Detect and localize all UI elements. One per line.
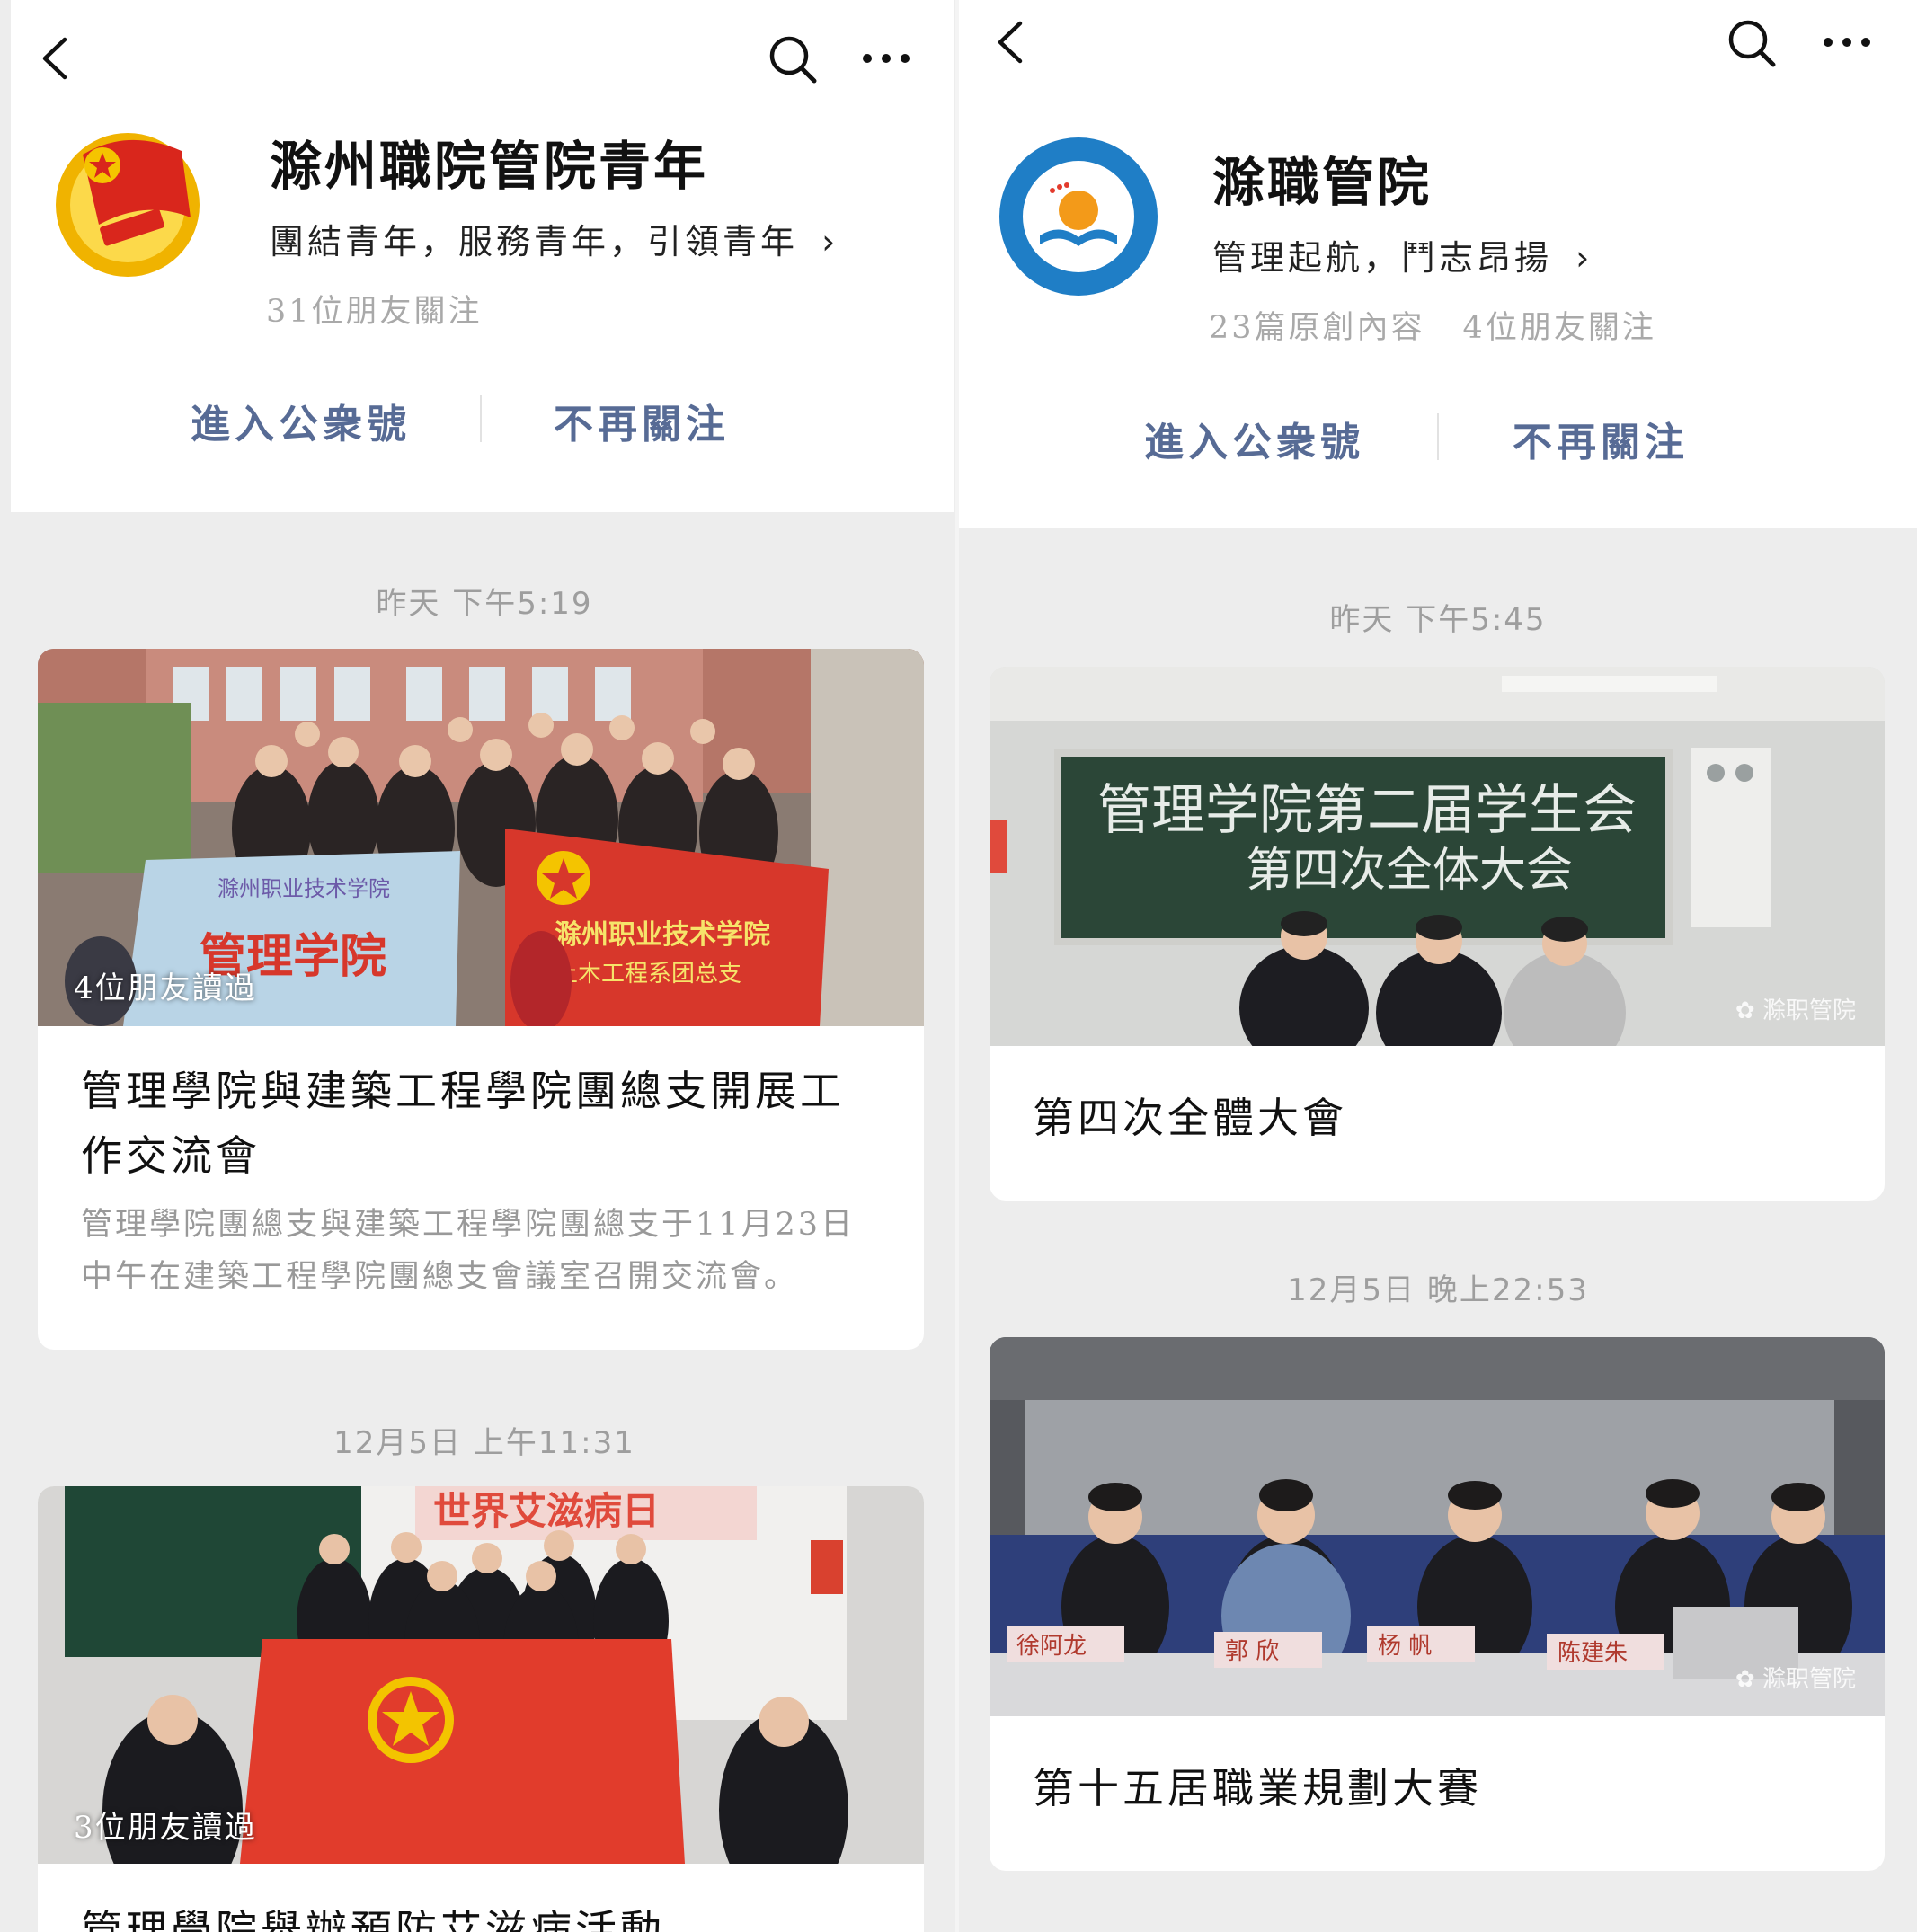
search-icon[interactable] <box>768 34 818 84</box>
enter-account-button[interactable]: 進入公衆號 <box>1144 410 1364 467</box>
account-avatar[interactable] <box>998 137 1158 297</box>
enter-account-button[interactable]: 進入公衆號 <box>191 392 411 449</box>
article-cover-image[interactable]: 管理学院第二届学生会 第四次全体大会 <box>990 667 1885 1046</box>
account-stats: 23篇原創內容 4位朋友關注 <box>1209 302 1656 348</box>
banner-left-small: 滁州职业技术学院 <box>217 876 390 901</box>
back-icon[interactable] <box>38 36 74 81</box>
wechat-icon: ✿ <box>1735 997 1755 1024</box>
unfollow-button[interactable]: 不再關注 <box>554 392 730 449</box>
article-title[interactable]: 第十五居職業規劃大賽 <box>1033 1756 1845 1821</box>
article-title[interactable]: 管理學院與建築工程學院團總支開展工作交流會 <box>81 1059 884 1188</box>
wechat-icon: ✿ <box>1735 1666 1755 1693</box>
image-watermark: ✿ 滁职管院 <box>1735 1661 1856 1694</box>
account-profile-header: 滁職管院 管理起航，鬥志昂揚 › 23篇原創內容 4位朋友關注 進入公衆號 不再關… <box>959 0 1917 528</box>
watermark-text: 滁职管院 <box>1762 997 1856 1024</box>
followers-text: 4位朋友關注 <box>1462 310 1656 346</box>
blackboard-line1: 管理学院第二届学生会 <box>1097 779 1637 842</box>
original-count-text: 23篇原創內容 <box>1209 310 1425 346</box>
watermark-text: 滁职管院 <box>1762 1666 1856 1693</box>
account-description[interactable]: 團結青年，服務青年，引領青年 › <box>270 214 839 263</box>
follower-count: 31位朋友關注 <box>266 286 483 332</box>
article-card[interactable]: 世界艾滋病日 3位朋友讀過 管理學院舉辦預防艾滋病活動 <box>38 1486 924 1932</box>
college-logo-icon <box>999 137 1158 296</box>
back-icon[interactable] <box>993 20 1029 65</box>
friends-read-label: 3位朋友讀過 <box>74 1810 257 1846</box>
account-description[interactable]: 管理起航，鬥志昂揚 › <box>1212 230 1593 279</box>
article-card[interactable]: 滁州职业技术学院 管理学院 滁州职业技术学院 土木工程系团总支 4位朋友讀過 管… <box>38 649 924 1350</box>
name-card: 郭 欣 <box>1225 1638 1279 1665</box>
blackboard-line2: 第四次全体大会 <box>1246 844 1573 898</box>
youth-league-emblem-icon <box>56 133 200 277</box>
search-icon[interactable] <box>1726 18 1777 68</box>
description-text: 團結青年，服務青年，引領青年 <box>270 222 799 261</box>
left-account-screen: 滁州職院管院青年 團結青年，服務青年，引領青年 › 31位朋友關注 進入公衆號 … <box>0 0 958 1932</box>
banner-right-text: 滁州职业技术学院 <box>555 919 770 951</box>
article-title[interactable]: 第四次全體大會 <box>1033 1086 1845 1150</box>
article-timestamp: 12月5日 晚上22:53 <box>1287 1272 1589 1308</box>
more-icon[interactable] <box>1822 36 1872 49</box>
button-divider <box>480 395 482 442</box>
article-timestamp: 12月5日 上午11:31 <box>333 1425 635 1461</box>
article-card[interactable]: 徐阿龙 郭 欣 杨 帆 陈建朱 ✿ 滁职管院 第十五居職業規劃大賽 <box>990 1337 1885 1871</box>
chevron-right-icon: › <box>821 222 839 261</box>
screen-banner-text: 世界艾滋病日 <box>433 1489 660 1533</box>
name-card: 杨 帆 <box>1378 1633 1432 1660</box>
account-name: 滁州職院管院青年 <box>270 136 709 197</box>
account-avatar[interactable] <box>47 119 209 280</box>
name-card: 徐阿龙 <box>1016 1633 1087 1660</box>
account-name: 滁職管院 <box>1212 152 1433 213</box>
followers-text: 31位朋友關注 <box>266 294 483 330</box>
account-profile-header: 滁州職院管院青年 團結青年，服務青年，引領青年 › 31位朋友關注 進入公衆號 … <box>11 0 954 512</box>
chevron-right-icon: › <box>1575 238 1593 278</box>
article-digest: 管理學院團總支與建築工程學院團總支于11月23日中午在建築工程學院團總支會議室召… <box>81 1207 856 1295</box>
article-cover-image[interactable]: 徐阿龙 郭 欣 杨 帆 陈建朱 <box>990 1337 1885 1716</box>
more-icon[interactable] <box>861 52 911 65</box>
description-text: 管理起航，鬥志昂揚 <box>1212 238 1553 278</box>
article-timestamp: 昨天 下午5:19 <box>376 586 593 622</box>
unfollow-button[interactable]: 不再關注 <box>1513 410 1689 467</box>
image-watermark: ✿ 滁职管院 <box>1735 992 1856 1025</box>
friends-read-label: 4位朋友讀過 <box>74 970 257 1006</box>
name-card: 陈建朱 <box>1558 1640 1628 1667</box>
article-title[interactable]: 管理學院舉辦預防艾滋病活動 <box>81 1898 884 1932</box>
banner-right-sub: 土木工程系团总支 <box>555 961 741 988</box>
article-timestamp: 昨天 下午5:45 <box>1329 602 1547 638</box>
article-card[interactable]: 管理学院第二届学生会 第四次全体大会 ✿ 滁职管院 第四次全體大會 <box>990 667 1885 1201</box>
right-account-screen: 滁職管院 管理起航，鬥志昂揚 › 23篇原創內容 4位朋友關注 進入公衆號 不再關… <box>959 0 1917 1932</box>
button-divider <box>1437 413 1439 460</box>
